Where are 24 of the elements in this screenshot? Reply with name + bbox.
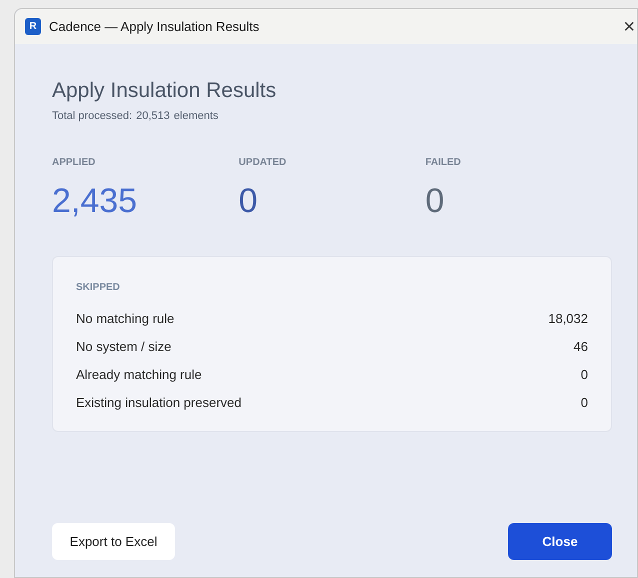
summary-label: Total processed: — [52, 109, 132, 124]
stat-value: 0 — [425, 184, 446, 218]
close-dialog-button[interactable]: Close — [508, 523, 612, 560]
app-icon-letter: R — [29, 22, 37, 32]
summary-count: 20,513 — [136, 109, 170, 124]
skip-reason: Already matching rule — [76, 366, 202, 384]
skip-count: 0 — [580, 394, 588, 412]
stat-value: 2,435 — [52, 184, 138, 218]
skipped-title: SKIPPED — [76, 280, 121, 295]
window-title: Cadence — Apply Insulation Results — [49, 18, 260, 36]
stat-label: UPDATED — [238, 156, 288, 170]
skip-count: 18,032 — [548, 310, 588, 328]
skip-count: 0 — [580, 366, 588, 384]
stat-label: APPLIED — [52, 156, 96, 170]
export-button[interactable]: Export to Excel — [52, 523, 175, 560]
summary-unit: elements — [174, 109, 218, 124]
skip-reason: No matching rule — [76, 310, 174, 328]
close-button[interactable]: × — [623, 16, 635, 36]
skip-reason: No system / size — [76, 338, 172, 356]
stat-value: 0 — [238, 184, 259, 218]
skip-reason: Existing insulation preserved — [76, 394, 242, 412]
skip-count: 46 — [574, 338, 588, 356]
stat-label: FAILED — [425, 156, 462, 170]
dialog-heading: Apply Insulation Results — [52, 78, 278, 104]
